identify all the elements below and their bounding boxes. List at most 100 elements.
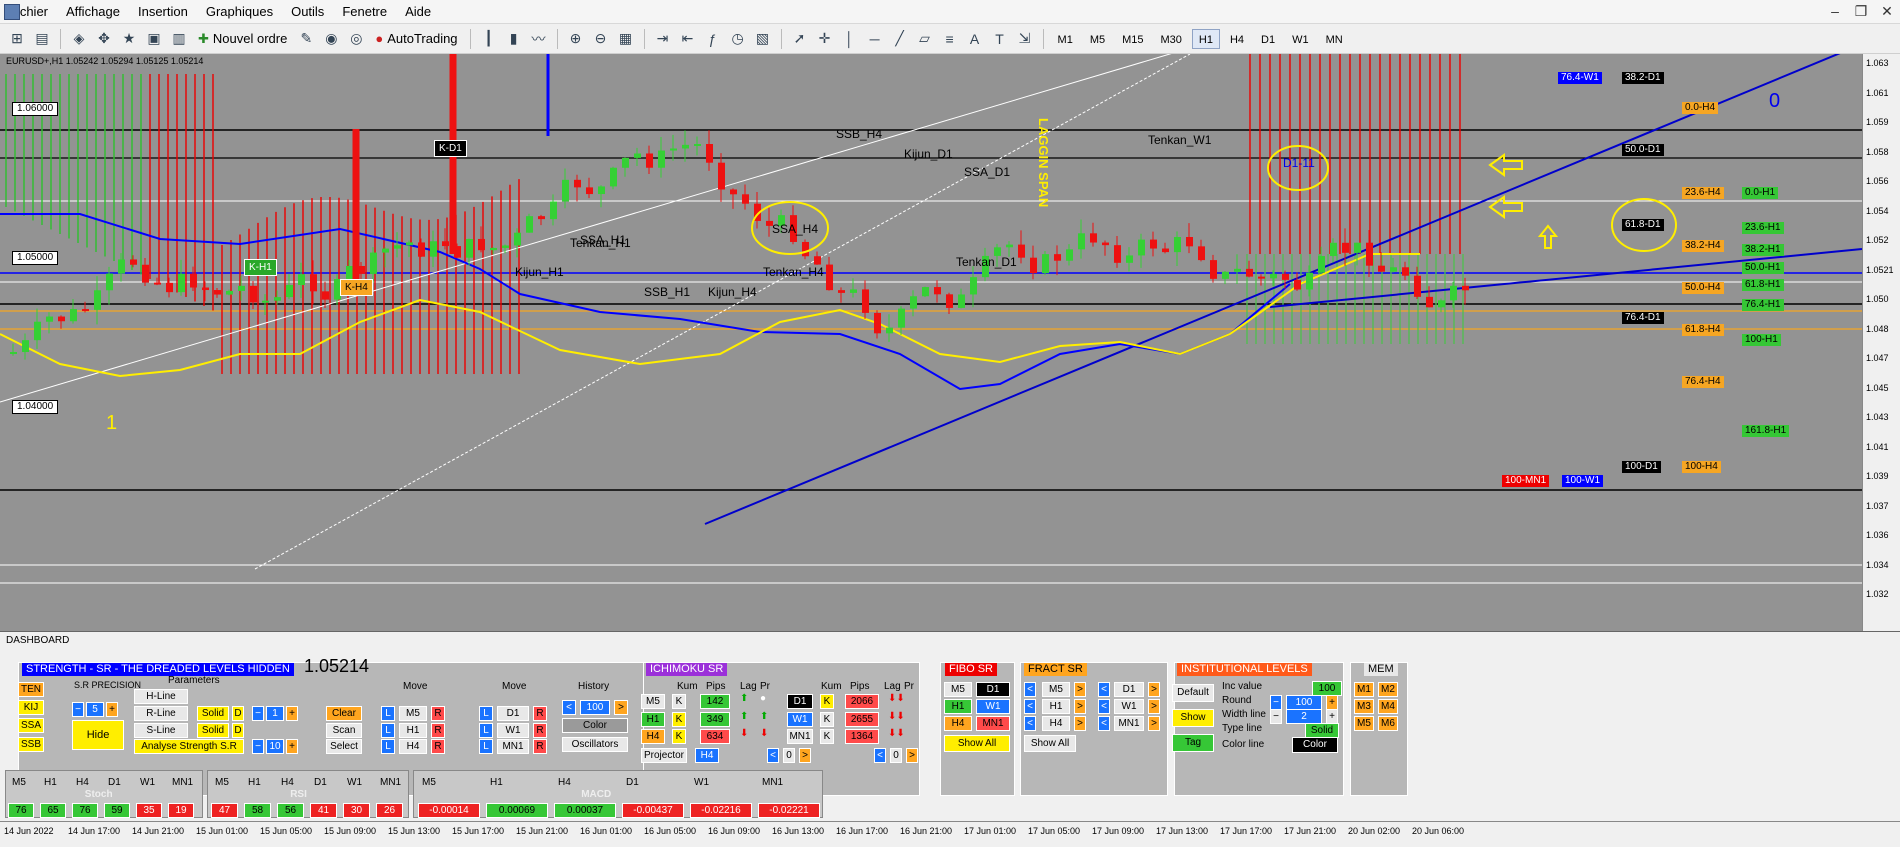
data-window-icon[interactable]: ✥ — [93, 28, 115, 50]
fibo-d1[interactable]: D1 — [976, 682, 1010, 697]
scan-button[interactable]: Scan — [326, 723, 362, 738]
fib-level-label[interactable]: 61.8-D1 — [1622, 219, 1664, 231]
precision-decrease[interactable]: − — [72, 702, 84, 717]
tf-d1[interactable]: D1 — [1254, 29, 1282, 49]
cursor-icon[interactable]: ➚ — [789, 28, 811, 50]
tf-mn1-btn[interactable]: MN1 — [497, 739, 529, 754]
fract-mn1[interactable]: MN1 — [1114, 716, 1144, 731]
width-decrease[interactable]: − — [252, 706, 264, 721]
inst-color[interactable]: Color — [1292, 737, 1338, 753]
ssb-button[interactable]: SSB — [18, 737, 44, 752]
vline-icon[interactable]: │ — [839, 28, 861, 50]
ten-button[interactable]: TEN — [18, 682, 44, 697]
fract-w1-r[interactable]: > — [1148, 699, 1160, 714]
analyse-decrease[interactable]: − — [252, 739, 264, 754]
ichi-h1-k[interactable]: K — [672, 712, 686, 727]
tf-mn[interactable]: MN — [1319, 29, 1350, 49]
fib-level-label[interactable]: 50.0-H4 — [1682, 282, 1724, 294]
ichi-w1[interactable]: W1 — [787, 712, 813, 727]
fib-level-label[interactable]: 0.0-H1 — [1742, 187, 1779, 199]
label-icon[interactable]: T — [989, 28, 1011, 50]
select-button[interactable]: Select — [326, 739, 362, 754]
fract-w1[interactable]: W1 — [1114, 699, 1144, 714]
sline-style[interactable]: Solid — [197, 723, 229, 738]
fib-level-label[interactable]: 76.4-W1 — [1558, 72, 1602, 84]
tf-m30[interactable]: M30 — [1154, 29, 1189, 49]
tf-w1[interactable]: W1 — [1285, 29, 1316, 49]
fibo-m5[interactable]: M5 — [944, 682, 972, 697]
mem-m3[interactable]: M3 — [1354, 699, 1374, 714]
fib-level-label[interactable]: 50.0-H1 — [1742, 262, 1784, 274]
analyse-increase[interactable]: + — [286, 739, 298, 754]
projector-button[interactable]: Projector — [641, 748, 687, 763]
inst-width-inc[interactable]: + — [1326, 709, 1338, 724]
fract-w1-l[interactable]: < — [1098, 699, 1110, 714]
width-increase[interactable]: + — [286, 706, 298, 721]
precision-value[interactable]: 5 — [86, 702, 104, 717]
zoom-out-icon[interactable]: ⊖ — [590, 28, 612, 50]
mem-m2[interactable]: M2 — [1378, 682, 1398, 697]
fib-level-label[interactable]: 100-W1 — [1562, 475, 1604, 487]
fract-d1-r[interactable]: > — [1148, 682, 1160, 697]
ichi-h4-k[interactable]: K — [672, 729, 686, 744]
chart-canvas[interactable] — [0, 54, 1862, 631]
proj-val-1[interactable]: 0 — [783, 748, 795, 763]
fibo-show-all[interactable]: Show All — [944, 735, 1010, 752]
metaeditor-icon[interactable]: ✎ — [295, 28, 317, 50]
rline-style[interactable]: Solid — [197, 706, 229, 721]
hide-button[interactable]: Hide — [72, 720, 124, 750]
autoscroll-icon[interactable]: ⇥ — [652, 28, 674, 50]
fib-level-label[interactable]: 23.6-H1 — [1742, 222, 1784, 234]
fract-mn1-l[interactable]: < — [1098, 716, 1110, 731]
fib-level-label[interactable]: 161.8-H1 — [1742, 425, 1790, 437]
fibo-icon[interactable]: ≡ — [939, 28, 961, 50]
tf-w1-btn[interactable]: W1 — [497, 723, 529, 738]
close-icon[interactable]: ✕ — [1874, 0, 1900, 24]
ssa-button[interactable]: SSA — [18, 718, 44, 733]
history-value[interactable]: 100 — [580, 700, 610, 715]
inst-show[interactable]: Show — [1172, 709, 1214, 727]
fib-level-label[interactable]: 100-D1 — [1622, 461, 1661, 473]
history-increase[interactable]: > — [614, 700, 628, 715]
fibo-h1[interactable]: H1 — [944, 699, 972, 714]
candles-icon[interactable]: ▮ — [503, 28, 525, 50]
ichi-m5-k[interactable]: K — [672, 694, 686, 709]
menu-affichage[interactable]: Affichage — [57, 0, 129, 24]
indicators-icon[interactable]: ƒ — [702, 28, 724, 50]
fract-h1[interactable]: H1 — [1042, 699, 1070, 714]
tf-m1[interactable]: M1 — [1051, 29, 1080, 49]
navigator-icon[interactable]: ★ — [118, 28, 140, 50]
fib-level-label[interactable]: 76.4-H4 — [1682, 376, 1724, 388]
inst-width[interactable]: 2 — [1286, 709, 1322, 724]
move-l-d1[interactable]: L — [479, 706, 493, 721]
analyse-button[interactable]: Analyse Strength S.R — [134, 739, 244, 754]
fract-h1-l[interactable]: < — [1024, 699, 1036, 714]
move-r-m5[interactable]: R — [431, 706, 445, 721]
fract-h1-r[interactable]: > — [1074, 699, 1086, 714]
history-decrease[interactable]: < — [562, 700, 576, 715]
tf-m5[interactable]: M5 — [1083, 29, 1112, 49]
fibo-h4[interactable]: H4 — [944, 716, 972, 731]
move-l-mn1[interactable]: L — [479, 739, 493, 754]
precision-increase[interactable]: + — [106, 702, 118, 717]
new-order-button[interactable]: ✚ Nouvel ordre — [193, 28, 292, 50]
hline-icon[interactable]: ─ — [864, 28, 886, 50]
price-axis[interactable]: 1.063 1.061 1.059 1.058 1.056 1.054 1.052 1.052… — [1862, 54, 1900, 631]
tf-d1-btn[interactable]: D1 — [497, 706, 529, 721]
ichi-m5[interactable]: M5 — [641, 694, 665, 709]
fibo-mn1[interactable]: MN1 — [976, 716, 1010, 731]
fib-level-label[interactable]: 38.2-H1 — [1742, 244, 1784, 256]
tf-m5-btn[interactable]: M5 — [399, 706, 427, 721]
price-label-1[interactable]: 1.06000 — [12, 102, 59, 116]
signals-icon[interactable]: ◉ — [320, 28, 342, 50]
channel-icon[interactable]: ▱ — [914, 28, 936, 50]
price-label-3[interactable]: 1.04000 — [12, 400, 59, 414]
fib-level-label[interactable]: 38.2-D1 — [1622, 72, 1664, 84]
fib-level-label[interactable]: 100-H1 — [1742, 334, 1781, 346]
fib-level-label[interactable]: 38.2-H4 — [1682, 240, 1724, 252]
ichi-d1[interactable]: D1 — [787, 694, 813, 709]
mem-m4[interactable]: M4 — [1378, 699, 1398, 714]
proj-dec-2[interactable]: < — [874, 748, 886, 763]
tf-h4[interactable]: H4 — [1223, 29, 1251, 49]
fract-m5-l[interactable]: < — [1024, 682, 1036, 697]
